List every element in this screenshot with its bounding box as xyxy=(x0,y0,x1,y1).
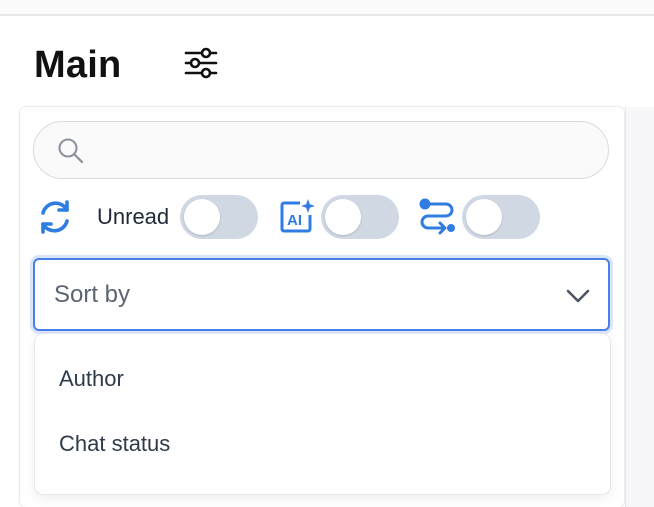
content-pane xyxy=(625,107,654,507)
sliders-icon xyxy=(184,47,218,79)
page-title: Main xyxy=(34,44,122,86)
ai-sparkle-icon: AI xyxy=(280,199,315,233)
sort-option-chat-status[interactable]: Chat status xyxy=(35,415,610,473)
filter-settings-button[interactable] xyxy=(182,44,220,82)
search-field[interactable] xyxy=(33,121,609,179)
option-label: Chat status xyxy=(59,431,171,456)
toggle-knob xyxy=(466,199,502,235)
routing-toggle[interactable] xyxy=(462,195,540,239)
sort-by-placeholder: Sort by xyxy=(54,281,131,308)
toggle-knob xyxy=(184,199,220,235)
sort-option-author[interactable]: Author xyxy=(35,350,610,408)
refresh-icon[interactable] xyxy=(36,198,74,236)
svg-text:AI: AI xyxy=(287,212,302,229)
sort-options-menu: Author Chat status xyxy=(35,334,610,494)
option-label: Author xyxy=(59,366,124,391)
toggle-knob xyxy=(325,199,361,235)
unread-label: Unread xyxy=(97,204,170,229)
unread-toggle[interactable] xyxy=(180,195,258,239)
ai-toggle[interactable] xyxy=(321,195,399,239)
top-bar xyxy=(0,0,654,16)
search-input[interactable] xyxy=(98,132,592,170)
routing-icon xyxy=(419,198,455,235)
chevron-down-icon xyxy=(566,289,590,303)
search-icon xyxy=(58,138,84,164)
sort-by-select[interactable]: Sort by xyxy=(33,258,610,331)
